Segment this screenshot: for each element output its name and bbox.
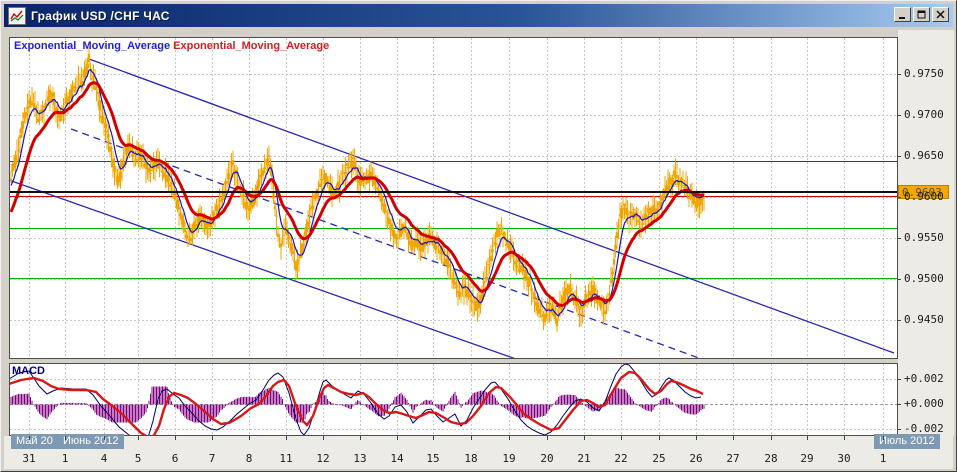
price-tick-0.9600: 0.9600 [904, 190, 944, 203]
macd-panel[interactable] [9, 363, 898, 436]
time-tick-26-18: 26 [689, 452, 703, 465]
price-tickmark [897, 74, 901, 75]
price-tickmark [897, 238, 901, 239]
time-tick-11-7: 11 [279, 452, 293, 465]
time-tickmark [771, 436, 772, 440]
price-tick-0.9650: 0.9650 [904, 149, 944, 162]
month-label-may: Май 20 [11, 434, 58, 449]
time-tick-7-5: 7 [208, 452, 216, 465]
title-bar[interactable]: График USD /CHF ЧАС [4, 4, 953, 27]
time-tickmark [360, 436, 361, 440]
ema-red-legend: Exponential_Moving_Average [173, 40, 330, 52]
time-tick-28-20: 28 [764, 452, 778, 465]
time-tickmark [547, 436, 548, 440]
macd-tickmark [897, 379, 901, 380]
time-tickmark [844, 436, 845, 440]
time-tickmark [65, 436, 66, 440]
time-tick-27-19: 27 [726, 452, 740, 465]
time-tickmark [471, 436, 472, 440]
time-tickmark [621, 436, 622, 440]
indicator-legend: Exponential_Moving_Average Exponential_M… [14, 40, 329, 52]
ema-slow-line [10, 81, 704, 307]
time-tickmark [807, 436, 808, 440]
price-tick-0.9550: 0.9550 [904, 231, 944, 244]
price-tick-0.9500: 0.9500 [904, 272, 944, 285]
time-tickmark [433, 436, 434, 440]
time-tick-18-12: 18 [464, 452, 478, 465]
time-tick-5-3: 5 [134, 452, 142, 465]
close-button[interactable] [932, 7, 949, 22]
time-tickmark [696, 436, 697, 440]
time-tick-15-11: 15 [426, 452, 440, 465]
time-tick-1-23: 1 [879, 452, 887, 465]
time-tick-25-17: 25 [652, 452, 666, 465]
main-gridlines [10, 38, 897, 358]
time-tick-1-1: 1 [61, 452, 69, 465]
macd-tickmark [897, 429, 901, 430]
time-tickmark [323, 436, 324, 440]
macd-tick-+0.000: +0.000 [904, 397, 944, 410]
time-tick-22-16: 22 [614, 452, 628, 465]
time-tick-29-21: 29 [800, 452, 814, 465]
minimize-icon [899, 17, 905, 19]
macd-tick--0.002: -0.002 [904, 422, 944, 435]
time-tickmark [397, 436, 398, 440]
ema-blue-legend: Exponential_Moving_Average [14, 40, 171, 52]
time-tick-8-6: 8 [245, 452, 253, 465]
time-tick-20-14: 20 [540, 452, 554, 465]
time-tickmark [584, 436, 585, 440]
chart-window: График USD /CHF ЧАС Exponential_Moving_A… [0, 0, 957, 472]
time-tickmark [509, 436, 510, 440]
maximize-icon [917, 10, 926, 19]
time-tickmark [659, 436, 660, 440]
month-label-june: Июнь 2012 [58, 434, 124, 449]
time-tick-13-9: 13 [353, 452, 367, 465]
trendline-2 [10, 179, 516, 358]
time-tickmark [733, 436, 734, 440]
price-tickmark [897, 320, 901, 321]
price-tickmark [897, 156, 901, 157]
window-title: График USD /CHF ЧАС [31, 8, 170, 23]
time-tick-30-22: 30 [837, 452, 851, 465]
chart-icon [8, 6, 26, 25]
time-tickmark [175, 436, 176, 440]
time-tick-19-13: 19 [502, 452, 516, 465]
main-chart-panel[interactable] [9, 37, 898, 359]
time-tick-12-8: 12 [316, 452, 330, 465]
time-tick-14-10: 14 [390, 452, 404, 465]
main-chart-canvas[interactable] [10, 38, 897, 358]
price-tickmark [897, 279, 901, 280]
time-tickmark [883, 436, 884, 440]
time-tickmark [249, 436, 250, 440]
time-tickmark [29, 436, 30, 440]
close-icon [936, 10, 945, 19]
maximize-button[interactable] [913, 7, 930, 22]
time-tickmark [138, 436, 139, 440]
time-tickmark [286, 436, 287, 440]
time-tick-6-4: 6 [171, 452, 179, 465]
macd-label: MACD [12, 365, 45, 377]
macd-tickmark [897, 404, 901, 405]
minimize-button[interactable] [894, 7, 911, 22]
macd-main-line [10, 364, 702, 435]
price-tickmark [897, 115, 901, 116]
time-tick-21-15: 21 [577, 452, 591, 465]
candles-wicks [10, 47, 705, 333]
macd-tick-+0.002: +0.002 [904, 372, 944, 385]
macd-canvas[interactable] [10, 364, 897, 435]
time-tick-31-0: 31 [22, 452, 36, 465]
price-tick-0.9700: 0.9700 [904, 108, 944, 121]
price-tickmark [897, 197, 901, 198]
price-tick-0.9750: 0.9750 [904, 67, 944, 80]
price-tick-0.9450: 0.9450 [904, 313, 944, 326]
time-tickmark [104, 436, 105, 440]
time-tick-4-2: 4 [100, 452, 108, 465]
trendline-0 [88, 58, 895, 354]
time-tickmark [212, 436, 213, 440]
